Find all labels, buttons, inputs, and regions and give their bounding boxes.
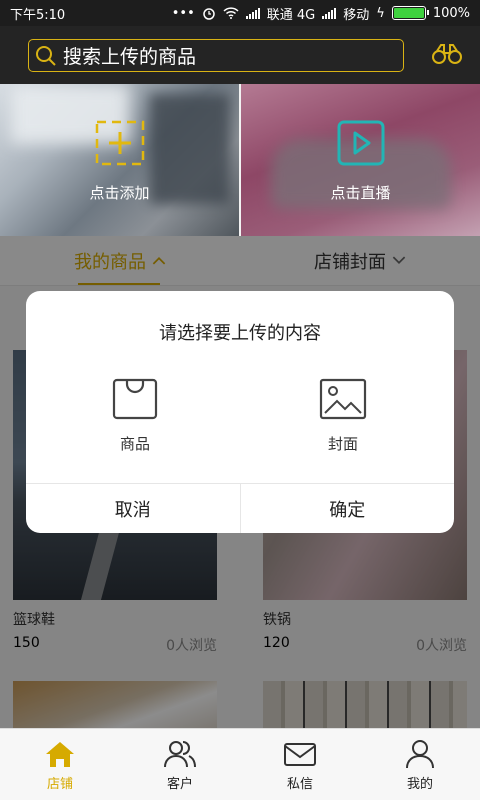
status-bar: 下午5:10 ••• 联通 4G 移动 ϟ 100% — [0, 0, 480, 26]
nav-customers-label: 客户 — [166, 777, 193, 792]
status-time: 下午5:10 — [10, 7, 66, 23]
header: 搜索上传的商品 — [0, 26, 480, 84]
shopping-bag-icon — [112, 378, 158, 420]
signal-icon — [245, 7, 260, 19]
image-icon — [319, 378, 367, 420]
search-text: 搜索上传的商品 — [63, 46, 197, 68]
bottom-nav: 店铺 客户 私信 我的 — [0, 728, 480, 800]
person-icon — [406, 740, 434, 769]
option-cover-label: 封面 — [327, 435, 358, 453]
plus-icon — [95, 120, 144, 166]
nav-store[interactable]: 店铺 — [0, 729, 120, 800]
nav-me[interactable]: 我的 — [360, 729, 480, 800]
nav-messages-label: 私信 — [286, 777, 313, 792]
battery-percent: 100% — [432, 5, 470, 21]
live-tile[interactable]: 点击直播 — [241, 84, 480, 236]
search-icon — [36, 45, 56, 66]
option-cover[interactable]: 封面 — [283, 377, 403, 454]
play-icon — [337, 120, 384, 166]
cancel-button[interactable]: 取消 — [26, 484, 240, 533]
confirm-button[interactable]: 确定 — [239, 484, 455, 533]
live-tile-label: 点击直播 — [330, 184, 391, 202]
nav-store-label: 店铺 — [46, 777, 73, 792]
more-dots-icon: ••• — [171, 5, 195, 21]
mail-icon — [284, 743, 316, 766]
option-product[interactable]: 商品 — [75, 377, 195, 454]
search-input[interactable]: 搜索上传的商品 — [28, 39, 404, 72]
signal-icon-2 — [322, 7, 337, 19]
battery-icon — [391, 6, 429, 20]
upload-type-dialog: 请选择要上传的内容 商品 封面 取消 确定 — [26, 291, 454, 533]
nav-me-label: 我的 — [406, 777, 433, 792]
add-tile[interactable]: 点击添加 — [0, 84, 239, 236]
alarm-icon — [203, 8, 215, 20]
users-icon — [164, 741, 196, 768]
option-product-label: 商品 — [119, 435, 150, 453]
carrier-1: 联通 4G — [266, 7, 316, 23]
charging-icon: ϟ — [376, 5, 385, 21]
add-tile-label: 点击添加 — [89, 184, 150, 202]
carrier-2: 移动 — [343, 7, 370, 23]
home-icon — [46, 742, 74, 767]
binoculars-icon[interactable] — [432, 42, 462, 66]
wifi-icon — [223, 7, 239, 19]
nav-messages[interactable]: 私信 — [240, 729, 360, 800]
upload-tiles: 点击添加 点击直播 — [0, 84, 480, 236]
nav-customers[interactable]: 客户 — [120, 729, 240, 800]
dialog-title: 请选择要上传的内容 — [159, 323, 321, 344]
